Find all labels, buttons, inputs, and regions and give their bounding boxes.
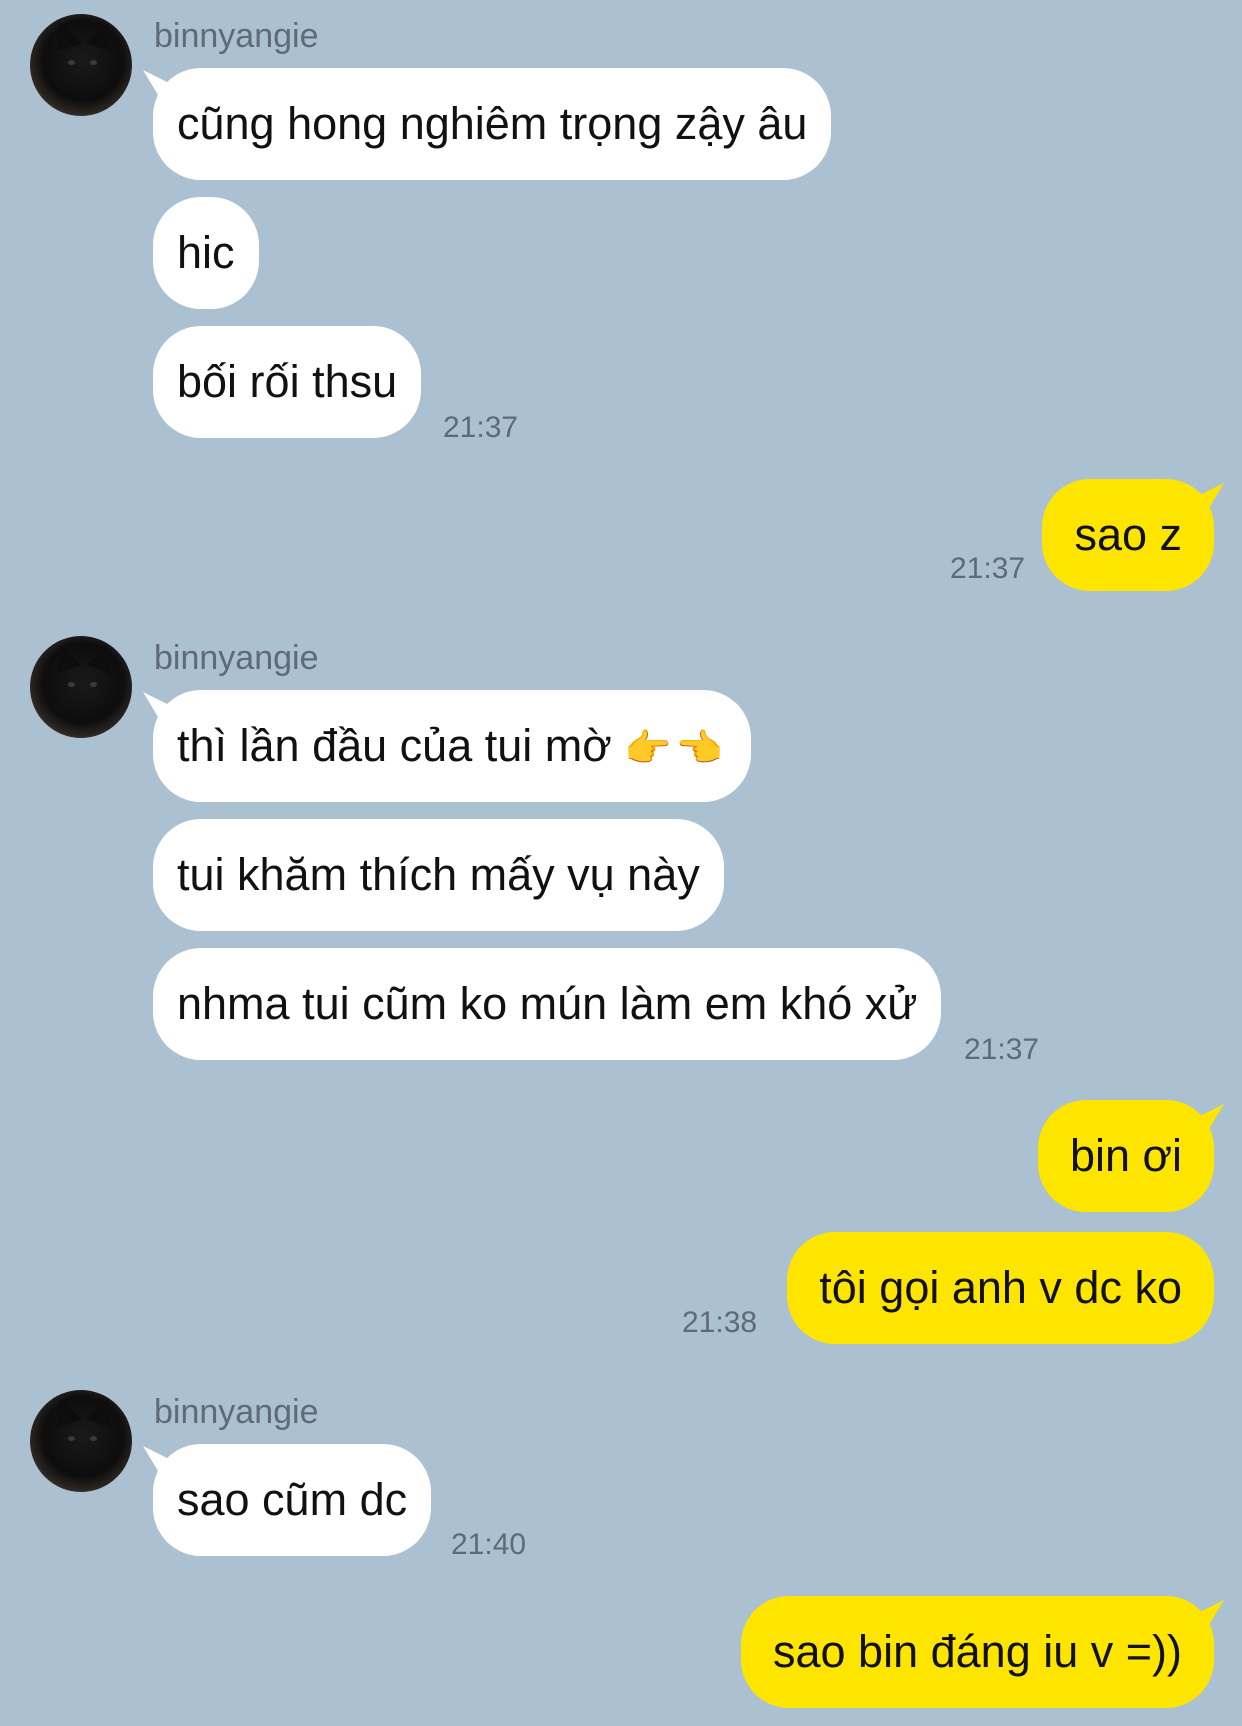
sender-name: binnyangie xyxy=(154,17,319,55)
avatar-eye-right xyxy=(90,1436,97,1441)
outgoing-message[interactable]: sao bin đáng iu v =)) xyxy=(741,1596,1214,1708)
avatar-eye-left xyxy=(68,682,75,687)
avatar-ear-right xyxy=(86,1394,120,1428)
incoming-message[interactable]: cũng hong nghiêm trọng zậy âu xyxy=(153,68,832,180)
incoming-message[interactable]: sao cũm dc xyxy=(153,1444,432,1556)
avatar-eye-left xyxy=(68,60,75,65)
avatar-eye-right xyxy=(90,682,97,687)
sender-avatar[interactable] xyxy=(30,14,132,116)
incoming-message[interactable]: bối rối thsu xyxy=(153,326,422,438)
message-timestamp: 21:38 xyxy=(682,1306,758,1339)
avatar-eye-right xyxy=(90,60,97,65)
message-timestamp: 21:37 xyxy=(950,552,1026,585)
sender-avatar[interactable] xyxy=(30,636,132,738)
incoming-message[interactable]: hic xyxy=(153,197,259,309)
sender-name: binnyangie xyxy=(154,1393,319,1431)
sender-name: binnyangie xyxy=(154,639,319,677)
outgoing-message[interactable]: tôi gọi anh v dc ko xyxy=(787,1232,1214,1344)
incoming-message[interactable]: tui khăm thích mấy vụ này xyxy=(153,819,724,931)
avatar-eye-left xyxy=(68,1436,75,1441)
avatar-ear-right xyxy=(86,18,120,52)
incoming-message[interactable]: nhma tui cũm ko mún làm em khó xử xyxy=(153,948,942,1060)
avatar-ear-left xyxy=(48,18,82,52)
outgoing-message[interactable]: bin ơi xyxy=(1037,1100,1214,1212)
incoming-message-text: thì lần đầu của tui mờ xyxy=(177,720,612,771)
pointing-fingers-emoji: 👉👈 xyxy=(624,726,727,770)
message-timestamp: 21:37 xyxy=(443,411,519,444)
chat-area[interactable]: binnyangie cũng hong nghiêm trọng zậy âu… xyxy=(0,0,1242,1726)
message-timestamp: 21:40 xyxy=(451,1528,527,1561)
avatar-ear-right xyxy=(86,640,120,674)
avatar-ear-left xyxy=(48,1394,82,1428)
outgoing-message[interactable]: sao z xyxy=(1042,479,1214,591)
avatar-ear-left xyxy=(48,640,82,674)
message-timestamp: 21:37 xyxy=(964,1033,1040,1066)
sender-avatar[interactable] xyxy=(30,1390,132,1492)
incoming-message[interactable]: thì lần đầu của tui mờ 👉👈 xyxy=(153,690,751,802)
